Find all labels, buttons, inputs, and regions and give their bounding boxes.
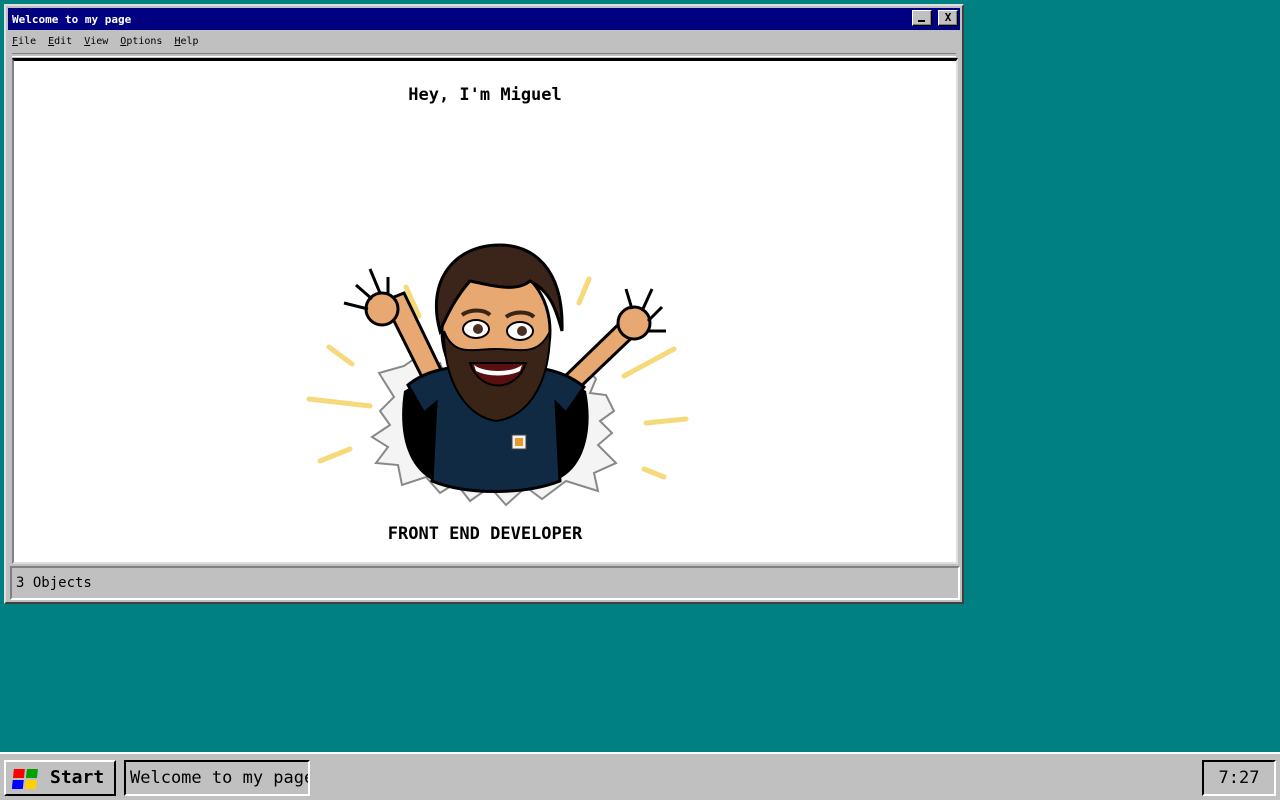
menu-separator: [12, 53, 956, 57]
minimize-icon: [918, 20, 925, 22]
avatar-illustration: [306, 243, 689, 507]
page-heading: Hey, I'm Miguel: [408, 85, 562, 105]
menu-help[interactable]: Help: [172, 34, 200, 52]
start-label: Start: [50, 767, 105, 788]
content-area[interactable]: Hey, I'm Miguel FRONT END DEVELOPER: [12, 58, 958, 564]
taskbar: Start Welcome to my page 7:27 PM: [0, 752, 1280, 800]
status-bar: 3 Objects: [10, 566, 960, 600]
taskbar-window-button[interactable]: Welcome to my page: [124, 760, 310, 796]
job-title: FRONT END DEVELOPER: [387, 524, 583, 544]
menu-file[interactable]: File: [10, 34, 38, 52]
app-window: Welcome to my page X File Edit View Opti…: [4, 4, 964, 604]
system-clock: 7:27 PM: [1202, 760, 1276, 796]
menu-bar: File Edit View Options Help: [10, 34, 201, 52]
window-title: Welcome to my page: [12, 13, 132, 26]
close-button[interactable]: X: [938, 10, 958, 26]
menu-view[interactable]: View: [82, 34, 110, 52]
menu-options[interactable]: Options: [118, 34, 164, 52]
start-button[interactable]: Start: [4, 760, 116, 796]
menu-edit[interactable]: Edit: [46, 34, 74, 52]
windows-logo-icon: [12, 769, 38, 789]
minimize-button[interactable]: [912, 10, 932, 26]
title-bar[interactable]: Welcome to my page X: [8, 8, 960, 30]
